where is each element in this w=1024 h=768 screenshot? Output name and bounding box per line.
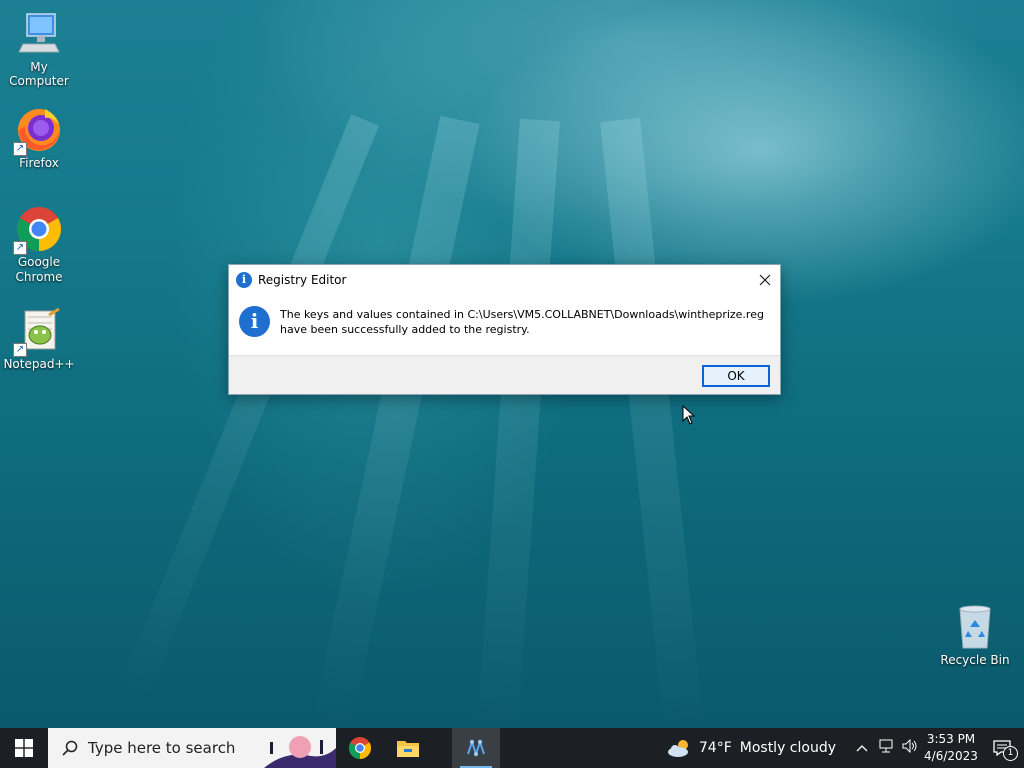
close-icon — [759, 274, 771, 285]
chevron-up-icon[interactable] — [850, 740, 874, 756]
taskbar-spacer — [432, 728, 452, 768]
weather-temp: 74°F — [698, 740, 732, 756]
clock[interactable]: 3:53 PM 4/6/2023 — [922, 731, 980, 765]
dialog-message: The keys and values contained in C:\User… — [280, 307, 764, 337]
partly-cloudy-icon — [667, 740, 688, 757]
search-placeholder: Type here to search — [88, 739, 236, 757]
desktop-icon-chrome[interactable]: ↗ Google Chrome — [1, 205, 77, 285]
shortcut-arrow-icon: ↗ — [13, 241, 27, 255]
dialog-footer: OK — [229, 355, 780, 394]
desktop-icon-notepadpp[interactable]: ↗ Notepad++ — [1, 307, 77, 371]
shortcut-arrow-icon: ↗ — [13, 343, 27, 357]
mouse-cursor-icon — [682, 405, 696, 425]
notepadpp-icon: ↗ — [13, 307, 63, 357]
windows-logo-icon — [15, 739, 33, 757]
light-ray — [600, 117, 705, 739]
desktop-icon-recycle-bin[interactable]: Recycle Bin — [937, 603, 1013, 667]
start-button[interactable] — [0, 728, 48, 768]
system-tray: 74°F Mostly cloudy 3:53 PM 4/6/2023 1 — [667, 728, 1024, 768]
taskbar-chrome-button[interactable] — [336, 728, 384, 768]
dialog-message-line: have been successfully added to the regi… — [280, 323, 530, 336]
notification-center-button[interactable]: 1 — [980, 728, 1024, 768]
file-explorer-icon — [397, 741, 419, 757]
dialog-body: i The keys and values contained in C:\Us… — [229, 294, 780, 355]
taskbar: Type here to search 74°F Mostly cloudy 3… — [0, 728, 1024, 768]
taskbar-file-explorer-button[interactable] — [384, 728, 432, 768]
desktop-icon-label: Recycle Bin — [940, 653, 1010, 667]
shortcut-arrow-icon: ↗ — [13, 142, 27, 156]
weather-text: Mostly cloudy — [739, 740, 836, 756]
dialog-message-line: The keys and values contained in C:\User… — [280, 308, 764, 321]
desktop-icon-firefox[interactable]: ↗ Firefox — [1, 106, 77, 170]
info-icon: i — [239, 306, 270, 337]
notification-count-badge: 1 — [1003, 746, 1018, 761]
recycle-bin-icon — [951, 603, 999, 651]
desktop-icon-label: Google Chrome — [15, 255, 63, 284]
network-icon[interactable] — [874, 739, 898, 757]
registry-editor-icon — [467, 738, 485, 758]
light-ray — [476, 118, 560, 740]
computer-icon — [15, 10, 63, 58]
dialog-title-bar[interactable]: i Registry Editor — [229, 265, 780, 294]
search-highlight-illustration-icon — [264, 736, 336, 768]
desktop-icon-label: Notepad++ — [3, 357, 75, 371]
close-button[interactable] — [750, 265, 780, 294]
taskbar-registry-editor-button[interactable] — [452, 728, 500, 768]
firefox-icon: ↗ — [13, 106, 63, 156]
ok-button[interactable]: OK — [702, 365, 770, 387]
desktop-icon-label: My Computer — [9, 60, 69, 88]
desktop-icon-label: Firefox — [19, 156, 59, 170]
volume-icon[interactable] — [898, 738, 922, 757]
chrome-icon — [349, 737, 371, 759]
search-icon — [62, 740, 78, 756]
weather-widget[interactable]: 74°F Mostly cloudy — [667, 738, 836, 758]
registry-editor-dialog: i Registry Editor i The keys and values … — [228, 264, 781, 395]
clock-date: 4/6/2023 — [924, 749, 978, 763]
desktop-icon-my-computer[interactable]: My Computer — [1, 10, 77, 88]
dialog-title: Registry Editor — [258, 272, 347, 287]
search-box[interactable]: Type here to search — [48, 728, 336, 768]
clock-time: 3:53 PM — [926, 732, 976, 746]
chrome-icon: ↗ — [13, 205, 63, 255]
info-icon: i — [236, 271, 252, 288]
